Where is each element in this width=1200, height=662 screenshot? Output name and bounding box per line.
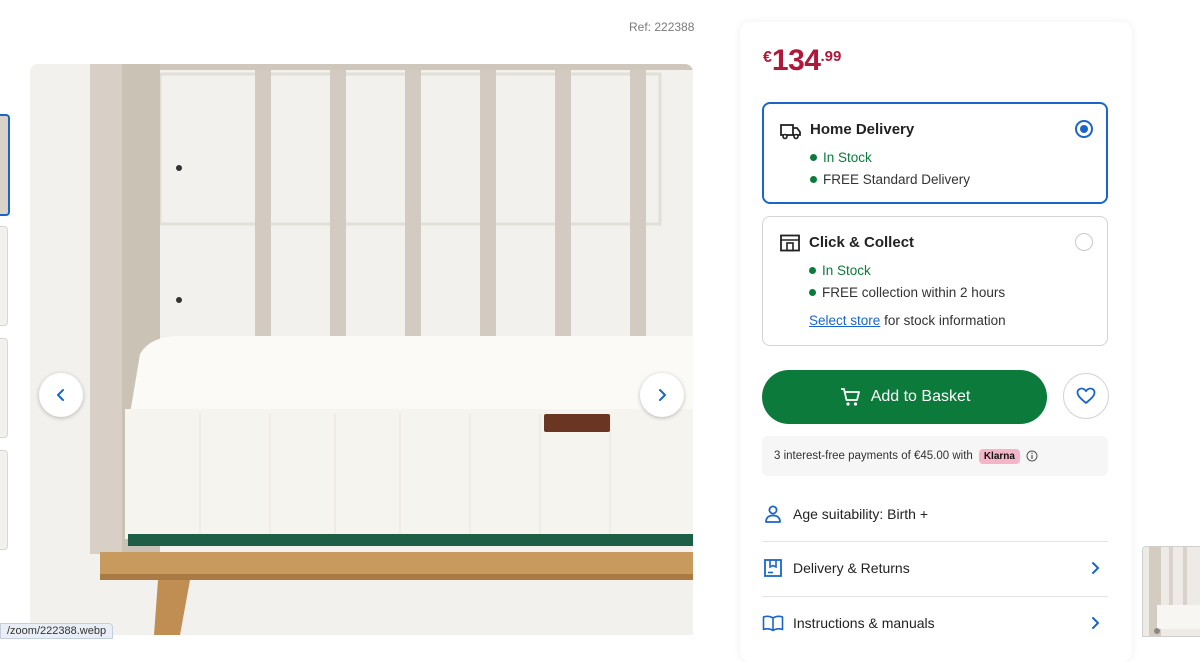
- chevron-right-icon: [1092, 617, 1099, 629]
- person-icon: [765, 505, 781, 523]
- product-image[interactable]: [30, 64, 693, 635]
- stock-status: In Stock: [810, 150, 872, 165]
- cart-icon: [840, 388, 860, 406]
- home-delivery-radio[interactable]: [1075, 120, 1093, 138]
- add-to-basket-button[interactable]: Add to Basket: [762, 370, 1047, 424]
- thumbnail-1[interactable]: [0, 114, 10, 216]
- price-cents: .99: [820, 48, 842, 65]
- klarna-text: 3 interest-free payments of €45.00 with: [774, 450, 973, 462]
- product-price: €134.99: [763, 44, 841, 78]
- divider: [762, 541, 1108, 542]
- add-to-basket-label: Add to Basket: [870, 388, 971, 405]
- divider: [762, 596, 1108, 597]
- heart-icon: [1076, 387, 1096, 404]
- click-collect-option[interactable]: Click & Collect In Stock FREE collection…: [762, 216, 1108, 346]
- stock-status: In Stock: [809, 263, 871, 278]
- wishlist-button[interactable]: [1063, 373, 1109, 419]
- click-collect-radio[interactable]: [1075, 233, 1093, 251]
- info-icon[interactable]: [1026, 450, 1038, 462]
- home-delivery-option[interactable]: Home Delivery In Stock FREE Standard Del…: [762, 102, 1108, 204]
- truck-icon: [780, 124, 801, 140]
- thumbnail-4[interactable]: [0, 450, 8, 550]
- status-bar-url: /zoom/222388.webp: [0, 623, 114, 639]
- chevron-right-icon: [1092, 562, 1099, 574]
- chevron-right-icon: [659, 389, 666, 401]
- select-store-link[interactable]: Select store: [809, 313, 880, 328]
- instructions-manuals-row[interactable]: Instructions & manuals: [762, 601, 1108, 645]
- store-select-line: Select store for stock information: [809, 313, 1006, 328]
- collection-detail: FREE collection within 2 hours: [809, 285, 1005, 300]
- delivery-returns-label: Delivery & Returns: [793, 560, 910, 576]
- price-whole: 134: [771, 44, 821, 77]
- product-reference: Ref: 222388: [629, 20, 695, 34]
- price-currency: €: [763, 49, 772, 66]
- instructions-manuals-label: Instructions & manuals: [793, 615, 935, 631]
- age-suitability-row: Age suitability: Birth +: [762, 492, 1108, 536]
- delivery-detail: FREE Standard Delivery: [810, 172, 970, 187]
- klarna-badge: Klarna: [978, 448, 1020, 464]
- thumbnail-3[interactable]: [0, 338, 8, 438]
- sticky-product-thumbnail[interactable]: [1142, 546, 1200, 637]
- thumbnail-2[interactable]: [0, 226, 8, 326]
- next-image-button[interactable]: [640, 373, 684, 417]
- previous-image-button[interactable]: [39, 373, 83, 417]
- store-icon: [780, 234, 800, 252]
- option-title: Click & Collect: [809, 234, 915, 251]
- age-suitability-label: Age suitability: Birth +: [793, 506, 929, 522]
- book-icon: [762, 615, 784, 632]
- delivery-returns-row[interactable]: Delivery & Returns: [762, 546, 1108, 590]
- klarna-payment-info: 3 interest-free payments of €45.00 with …: [762, 436, 1108, 476]
- option-title: Home Delivery: [810, 121, 915, 138]
- box-icon: [764, 559, 782, 577]
- chevron-left-icon: [57, 389, 64, 401]
